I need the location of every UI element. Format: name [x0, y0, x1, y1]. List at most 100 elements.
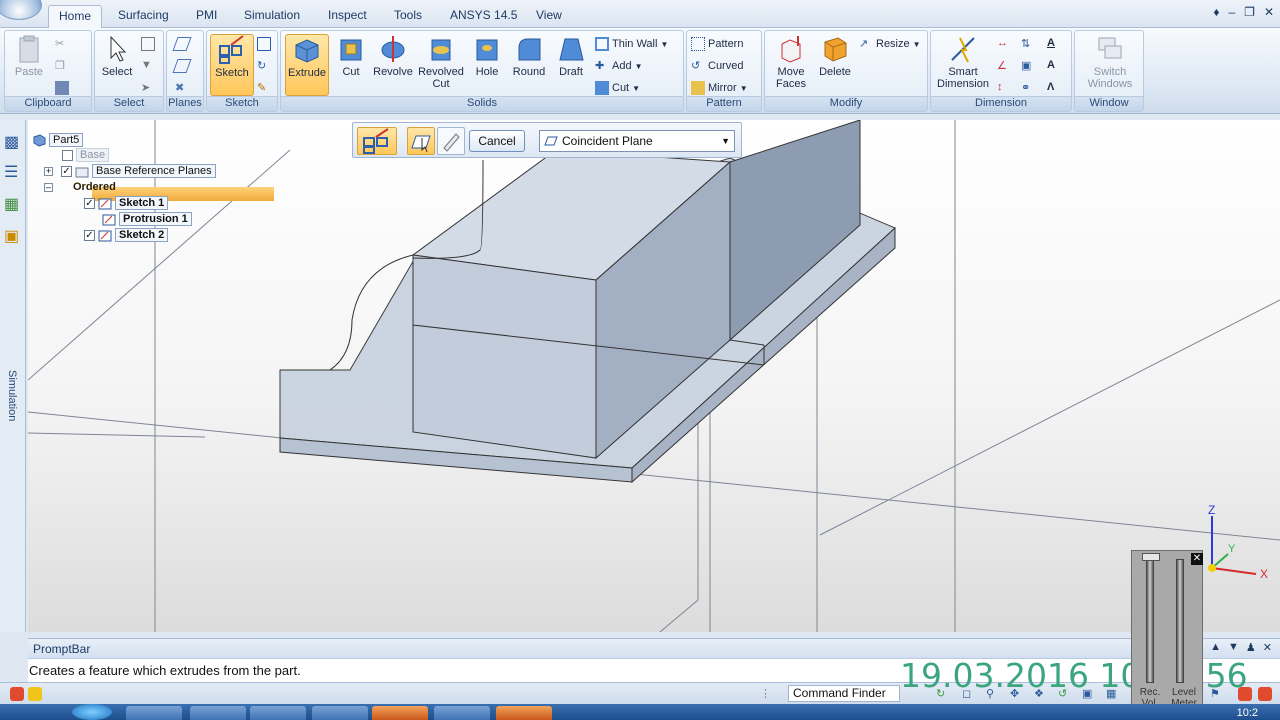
- application-button[interactable]: [0, 0, 42, 20]
- paste-button[interactable]: Paste: [7, 34, 51, 96]
- sketch-step-button[interactable]: [357, 127, 397, 155]
- switch-windows-button[interactable]: Switch Windows: [1079, 34, 1141, 96]
- tab-inspect[interactable]: Inspect: [318, 5, 377, 28]
- down-arrow-icon[interactable]: ▼: [1228, 641, 1239, 654]
- extrude-button[interactable]: Extrude: [285, 34, 329, 96]
- plane-button-3[interactable]: ✖: [175, 79, 189, 97]
- command-finder-input[interactable]: Command Finder: [788, 685, 900, 702]
- cut-small-button[interactable]: Cut ▼: [595, 79, 640, 97]
- app-status-icon[interactable]: [10, 687, 24, 701]
- sketch1-checkbox[interactable]: ✓: [84, 197, 95, 209]
- plane-option-select[interactable]: Coincident Plane ▼: [539, 130, 735, 152]
- taskbar-explorer[interactable]: [126, 706, 182, 720]
- thin-wall-button[interactable]: Thin Wall ▼: [595, 35, 668, 53]
- tree-item-base[interactable]: Base: [62, 147, 110, 163]
- sketch2-checkbox[interactable]: ✓: [84, 229, 95, 241]
- taskbar-media[interactable]: [190, 706, 246, 720]
- tab-ansys[interactable]: ANSYS 14.5: [440, 5, 527, 28]
- rec-vol-handle[interactable]: [1142, 553, 1160, 561]
- text-tool-3[interactable]: Λ: [1047, 79, 1061, 97]
- sketch-option-1[interactable]: [257, 35, 271, 53]
- close-icon[interactable]: ✕: [1264, 5, 1274, 19]
- rec-vol-slider[interactable]: [1146, 559, 1154, 683]
- sketch-button[interactable]: Sketch: [210, 34, 254, 96]
- tree-item-protrusion1[interactable]: Protrusion 1: [102, 211, 192, 227]
- library-icon[interactable]: ▦: [4, 194, 22, 213]
- tab-view[interactable]: View: [526, 5, 572, 28]
- tree-item-sketch1[interactable]: ✓ Sketch 1: [84, 195, 169, 211]
- mirror-button[interactable]: Mirror ▼: [691, 79, 748, 97]
- cancel-button[interactable]: Cancel: [469, 130, 525, 152]
- restore-icon[interactable]: ❐: [1244, 5, 1255, 19]
- delete-button[interactable]: Delete: [813, 34, 857, 96]
- select-option-3[interactable]: ➤: [141, 79, 155, 97]
- resize-button[interactable]: ↗ Resize ▼: [859, 35, 921, 53]
- add-button[interactable]: ✚ Add ▼: [595, 57, 643, 75]
- taskbar-powerpoint[interactable]: [372, 706, 428, 720]
- dim-tool-2[interactable]: ∠: [997, 57, 1011, 75]
- select-option-2[interactable]: ▼: [141, 57, 155, 75]
- simulation-tab-icon[interactable]: ▣: [4, 226, 22, 245]
- base-planes-checkbox[interactable]: ✓: [61, 165, 72, 177]
- base-checkbox[interactable]: [62, 149, 73, 161]
- pathfinder-icon[interactable]: ▩: [4, 132, 22, 151]
- windows-icon: [1098, 37, 1122, 59]
- taskbar-solidedge[interactable]: [434, 706, 490, 720]
- pin-icon[interactable]: ♟: [1246, 641, 1256, 654]
- tab-simulation[interactable]: Simulation: [234, 5, 310, 28]
- dim-tool-1[interactable]: ↔: [997, 35, 1011, 53]
- dim-tool-5[interactable]: ▣: [1021, 57, 1035, 75]
- up-arrow-icon[interactable]: ▲: [1210, 641, 1221, 654]
- dim-tool-4[interactable]: ⇅: [1021, 35, 1035, 53]
- move-faces-button[interactable]: Move Faces: [769, 34, 813, 96]
- format-button[interactable]: [55, 79, 69, 97]
- taskbar-firefox[interactable]: [250, 706, 306, 720]
- text-tool-1[interactable]: A: [1047, 35, 1061, 53]
- tree-item-part[interactable]: Part5: [32, 132, 84, 148]
- copy-icon: ❐: [55, 60, 65, 72]
- taskbar-recorder[interactable]: [496, 706, 552, 720]
- draft-button[interactable]: Draft: [549, 34, 593, 96]
- hole-button[interactable]: Hole: [465, 34, 509, 96]
- close-icon[interactable]: ✕: [1191, 553, 1203, 565]
- pattern-button[interactable]: Pattern: [691, 35, 743, 53]
- layers-icon[interactable]: ☰: [4, 162, 22, 181]
- tab-pmi[interactable]: PMI: [186, 5, 227, 28]
- minimize-icon[interactable]: –: [1228, 5, 1235, 19]
- cut-button[interactable]: Cut: [329, 34, 373, 96]
- tab-tools[interactable]: Tools: [384, 5, 432, 28]
- tree-item-ordered[interactable]: – Ordered: [44, 179, 119, 195]
- record-indicator-icon[interactable]: [1258, 687, 1272, 701]
- revolved-cut-button[interactable]: Revolved Cut: [417, 34, 465, 96]
- coincident-plane-button[interactable]: [407, 127, 435, 155]
- close-icon[interactable]: ✕: [1263, 641, 1272, 654]
- help-icon[interactable]: ♦: [1213, 5, 1219, 19]
- start-button[interactable]: [72, 704, 112, 720]
- select-button[interactable]: Select: [95, 34, 139, 96]
- round-button[interactable]: Round: [507, 34, 551, 96]
- plane-button-2[interactable]: [172, 57, 192, 75]
- select-option-1[interactable]: [141, 35, 155, 53]
- tab-surfacing[interactable]: Surfacing: [108, 5, 179, 28]
- sketch-option-3[interactable]: ✎: [257, 79, 271, 97]
- tree-item-base-reference-planes[interactable]: + ✓ Base Reference Planes: [44, 163, 216, 179]
- dim-tool-6[interactable]: ⚭: [1021, 79, 1035, 97]
- text-tool-2[interactable]: A: [1047, 57, 1061, 75]
- cut-clip-button[interactable]: ✂: [55, 35, 69, 53]
- curved-button[interactable]: ↺ Curved: [691, 57, 743, 75]
- tab-home[interactable]: Home: [48, 5, 103, 28]
- taskbar-chrome[interactable]: [312, 706, 368, 720]
- simulation-side-tab[interactable]: Simulation: [6, 370, 18, 421]
- sketch-option-2[interactable]: ↻: [257, 57, 271, 75]
- tree-item-sketch2[interactable]: ✓ Sketch 2: [84, 227, 169, 243]
- revolve-button[interactable]: Revolve: [371, 34, 415, 96]
- copy-button[interactable]: ❐: [55, 57, 69, 75]
- plane-button-1[interactable]: [172, 35, 192, 53]
- warning-status-icon[interactable]: [28, 687, 42, 701]
- smart-dimension-button[interactable]: Smart Dimension: [933, 34, 993, 96]
- curved-label: Curved: [708, 60, 744, 72]
- dim-tool-3[interactable]: ↕: [997, 79, 1011, 97]
- draw-profile-button[interactable]: [437, 127, 465, 155]
- expand-icon[interactable]: +: [44, 166, 53, 176]
- collapse-icon[interactable]: –: [44, 182, 53, 192]
